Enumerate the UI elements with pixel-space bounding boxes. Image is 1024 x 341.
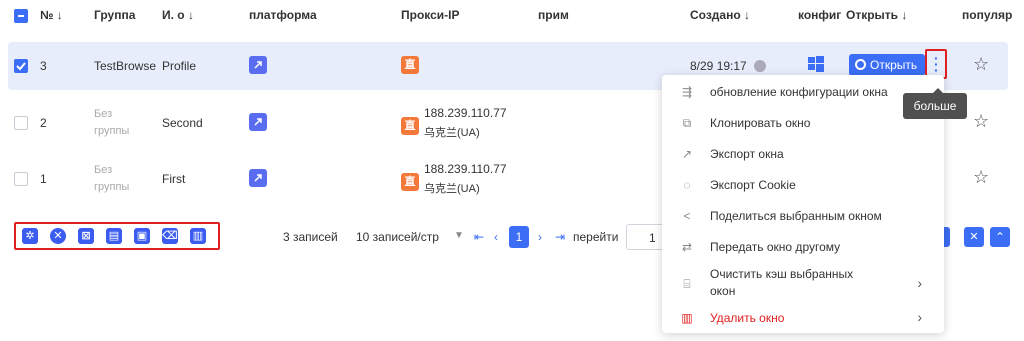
link-icon[interactable] — [249, 113, 267, 131]
goto-label: перейти — [573, 230, 619, 244]
more-vertical-icon: · · · — [934, 50, 939, 78]
total-records: 3 записей — [283, 230, 338, 244]
link-icon[interactable] — [249, 169, 267, 187]
aperture-icon[interactable]: ✲ — [22, 228, 38, 244]
row-group-line2: группы — [94, 125, 130, 137]
col-popular-header: популяр — [962, 8, 1013, 22]
per-page-select[interactable]: 10 записей/стр — [356, 230, 439, 244]
close-box-icon[interactable]: ⊠ — [78, 228, 94, 244]
next-page-icon[interactable]: › — [538, 230, 542, 244]
clone-icon: ⧉ — [682, 116, 692, 130]
menu-item-share[interactable]: < Поделиться выбранным окном — [662, 201, 944, 231]
link-icon[interactable] — [249, 56, 267, 74]
clear-cache-icon: ⌸ — [683, 277, 691, 291]
col-no-header[interactable]: № ↓ — [40, 8, 63, 22]
window-icon[interactable]: ▣ — [134, 228, 150, 244]
menu-item-export-cookie[interactable]: ◌ Экспорт Cookie — [662, 170, 944, 200]
first-page-icon[interactable]: ⇤ — [474, 230, 484, 244]
prev-page-icon[interactable]: ‹ — [494, 230, 498, 244]
scroll-button-partial[interactable] — [944, 227, 950, 247]
trash-icon: ▥ — [681, 311, 693, 325]
close-circle-icon[interactable]: ✕ — [50, 228, 66, 244]
row-group: TestBrowse — [94, 59, 157, 73]
browser-icon — [855, 59, 866, 70]
collapse-icon[interactable]: ✕ — [964, 227, 984, 247]
menu-item-label: обновление конфигурации окна — [710, 85, 888, 99]
export-icon: ↗ — [681, 147, 693, 161]
row-group-line1: Без — [94, 164, 113, 176]
col-open-header[interactable]: Открыть ↓ — [846, 8, 907, 22]
menu-item-label: Передать окно другому — [710, 240, 841, 254]
briefcase-icon[interactable]: ▤ — [106, 228, 122, 244]
menu-item-label: Клонировать окно — [710, 116, 811, 130]
row-name: Profile — [162, 59, 197, 73]
col-platform-header: платформа — [249, 8, 317, 22]
chevron-right-icon: › — [917, 309, 922, 325]
row-name: Second — [162, 116, 203, 130]
proxy-direct-badge: 直 — [401, 117, 419, 135]
row-number: 2 — [40, 116, 47, 130]
batch-toolbar: ✲ ✕ ⊠ ▤ ▣ ⌫ ▥ — [14, 222, 220, 250]
col-name-header[interactable]: И. о ↓ — [162, 8, 194, 22]
proxy-direct-badge: 直 — [401, 56, 419, 74]
row-number: 1 — [40, 172, 47, 186]
row-name: First — [162, 172, 186, 186]
row-checkbox[interactable] — [14, 172, 28, 186]
table-header: № ↓ Группа И. о ↓ платформа Прокси-IP пр… — [0, 0, 1024, 36]
open-button[interactable]: Открыть — [849, 54, 925, 76]
goto-input-value: 1 — [649, 231, 656, 245]
page-1-button[interactable]: 1 — [509, 226, 529, 248]
config-update-icon: ⇶ — [681, 85, 693, 99]
menu-item-label: Удалить окно — [710, 311, 785, 325]
created-time: 8/29 19:17 — [690, 59, 747, 73]
row-group-line2: группы — [94, 181, 130, 193]
share-icon: < — [683, 209, 691, 223]
menu-item-label: Экспорт окна — [710, 147, 784, 161]
trash-icon[interactable]: ▥ — [190, 228, 206, 244]
chevron-up-icon[interactable]: ⌃ — [990, 227, 1010, 247]
star-icon[interactable]: ☆ — [973, 111, 989, 132]
chevron-down-icon[interactable]: ▼ — [454, 230, 464, 241]
proxy-direct-badge: 直 — [401, 173, 419, 191]
menu-item-label-line2: окон — [710, 284, 736, 298]
menu-item-clear-cache[interactable]: ⌸ Очистить кэш выбранных окон › — [662, 263, 944, 303]
goto-input[interactable]: 1 — [626, 224, 666, 250]
proxy-ip: 188.239.110.77 — [424, 162, 507, 176]
chevron-right-icon: › — [917, 275, 922, 291]
cookie-icon: ◌ — [683, 178, 691, 192]
row-number: 3 — [40, 59, 47, 73]
col-group-header: Группа — [94, 8, 136, 22]
row-checkbox[interactable] — [14, 59, 28, 73]
clear-icon[interactable]: ⌫ — [162, 228, 178, 244]
col-proxy-header: Прокси-IP — [401, 8, 460, 22]
menu-item-label-line1: Очистить кэш выбранных — [710, 267, 854, 281]
menu-item-transfer[interactable]: ⇄ Передать окно другому — [662, 232, 944, 262]
select-all-checkbox[interactable] — [14, 9, 28, 23]
transfer-icon: ⇄ — [681, 240, 693, 254]
menu-item-label: Экспорт Cookie — [710, 178, 796, 192]
row-checkbox[interactable] — [14, 116, 28, 130]
windows-icon — [808, 56, 824, 72]
menu-item-clone[interactable]: ⧉ Клонировать окно — [662, 108, 944, 138]
col-created-header[interactable]: Создано ↓ — [690, 8, 750, 22]
info-icon[interactable] — [754, 60, 766, 72]
proxy-location: 乌克兰(UA) — [424, 127, 480, 139]
menu-item-delete[interactable]: ▥ Удалить окно › — [662, 303, 944, 333]
star-icon[interactable]: ☆ — [973, 167, 989, 188]
proxy-location: 乌克兰(UA) — [424, 183, 480, 195]
proxy-ip: 188.239.110.77 — [424, 106, 507, 120]
menu-item-update-config[interactable]: ⇶ обновление конфигурации окна — [662, 77, 944, 107]
menu-item-export[interactable]: ↗ Экспорт окна — [662, 139, 944, 169]
context-menu: ⇶ обновление конфигурации окна ⧉ Клониро… — [662, 75, 944, 333]
col-config-header: конфиг — [798, 8, 842, 22]
more-tooltip: больше — [903, 88, 967, 119]
menu-item-label: Поделиться выбранным окном — [710, 209, 882, 223]
col-note-header: прим — [538, 8, 569, 22]
last-page-icon[interactable]: ⇥ — [555, 230, 565, 244]
open-button-label: Открыть — [870, 58, 918, 72]
row-group-line1: Без — [94, 108, 113, 120]
star-icon[interactable]: ☆ — [973, 54, 989, 75]
